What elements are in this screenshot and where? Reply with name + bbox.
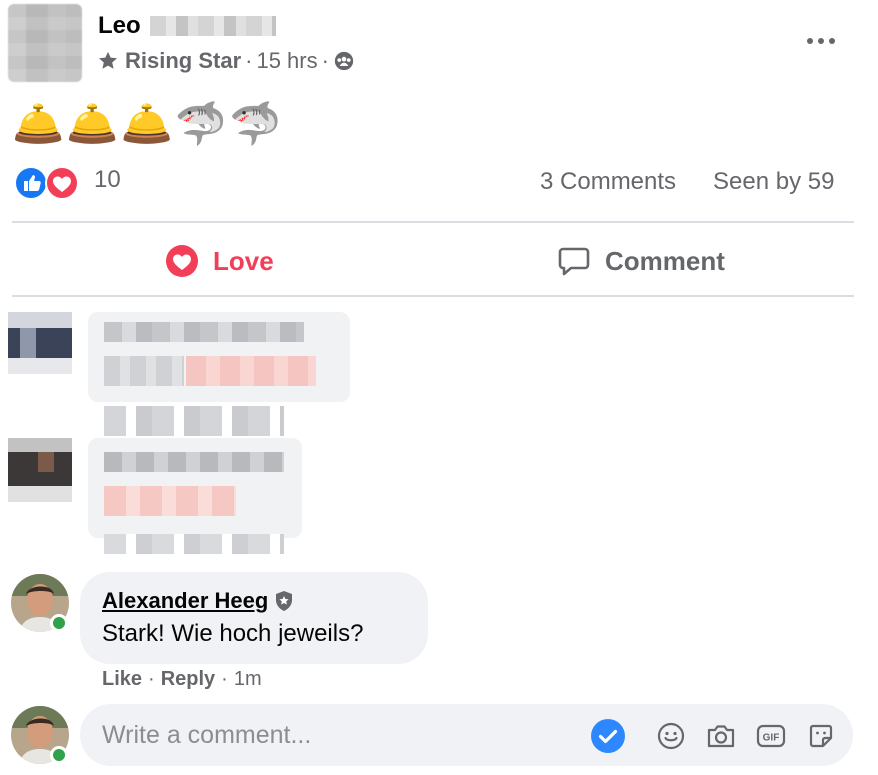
divider — [12, 295, 854, 297]
comment-composer[interactable]: GIF — [80, 704, 853, 766]
commenter-name-text[interactable]: Alexander Heeg — [102, 588, 268, 614]
comment-input[interactable] — [102, 704, 582, 766]
comment-text: Stark! Wie hoch jeweils? — [102, 620, 364, 647]
groups-icon — [333, 50, 355, 72]
seen-by-count[interactable]: Seen by 59 — [713, 168, 834, 196]
badge-label[interactable]: Rising Star — [125, 48, 241, 74]
comment-bubble-icon — [557, 244, 591, 278]
separator-dot: · — [148, 668, 155, 690]
separator-dot: · — [221, 668, 228, 690]
camera-icon[interactable] — [706, 721, 736, 751]
love-button[interactable]: Love — [165, 238, 274, 284]
comments-count[interactable]: 3 Comments — [540, 168, 676, 196]
online-status-dot — [50, 746, 68, 764]
comment-label: Comment — [605, 245, 725, 276]
comment-reply-link[interactable]: Reply — [161, 668, 215, 691]
post-time[interactable]: 15 hrs — [256, 48, 317, 74]
gif-icon[interactable]: GIF — [756, 721, 786, 751]
separator-dot: · — [245, 48, 253, 73]
reaction-icons[interactable] — [14, 166, 80, 200]
comment-like-link[interactable]: Like — [102, 668, 142, 691]
post-meta: Rising Star · 15 hrs · — [97, 47, 355, 75]
separator-dot: · — [321, 48, 329, 73]
svg-text:GIF: GIF — [763, 733, 780, 744]
post-text: 🛎️🛎️🛎️🦈🦈 — [12, 100, 284, 147]
sticker-icon[interactable] — [806, 721, 836, 751]
commenter-name[interactable]: Alexander Heeg — [102, 588, 294, 614]
comment-time[interactable]: 1m — [234, 668, 262, 691]
checkmark-icon[interactable] — [590, 718, 626, 754]
author-avatar[interactable] — [8, 4, 82, 82]
reaction-count[interactable]: 10 — [94, 166, 121, 194]
divider — [12, 221, 854, 223]
author-last-name-redacted — [150, 16, 276, 36]
shield-badge-icon — [274, 590, 294, 612]
star-badge-icon — [97, 50, 119, 72]
comment-bubble — [80, 572, 428, 664]
comment-actions: Like · Reply · 1m — [102, 668, 262, 691]
love-label: Love — [213, 245, 274, 276]
online-status-dot — [50, 614, 68, 632]
more-options-button[interactable] — [800, 26, 842, 56]
author-name[interactable]: Leo — [98, 12, 141, 40]
heart-icon — [165, 244, 199, 278]
emoji-icon[interactable] — [656, 721, 686, 751]
more-dots-icon — [807, 38, 835, 44]
comment-button[interactable]: Comment — [557, 238, 725, 284]
